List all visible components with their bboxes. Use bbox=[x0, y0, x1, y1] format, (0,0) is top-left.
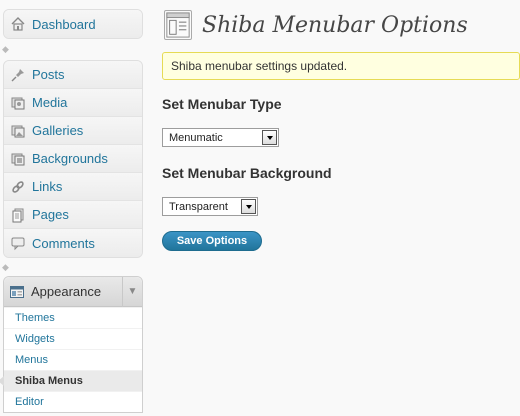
appearance-menu-box: Appearance ▼ Themes Widgets Menus Shiba … bbox=[0, 276, 143, 413]
dropdown-arrow-icon[interactable] bbox=[241, 199, 256, 214]
settings-page-icon bbox=[164, 10, 192, 40]
page-header: Shiba Menubar Options bbox=[164, 10, 468, 40]
sidebar-item-pages[interactable]: Pages bbox=[4, 201, 142, 229]
sidebar-item-label: Galleries bbox=[32, 123, 84, 138]
sidebar-item-label: Comments bbox=[32, 235, 95, 251]
sidebar-item-label: Media bbox=[32, 95, 68, 110]
sidebar-item-posts[interactable]: Posts bbox=[4, 61, 142, 89]
pages-icon bbox=[12, 208, 24, 222]
page-title: Shiba Menubar Options bbox=[202, 12, 468, 38]
submenu-item-widgets[interactable]: Widgets bbox=[4, 328, 142, 349]
menubar-background-select[interactable]: Transparent bbox=[162, 197, 258, 216]
menu-separator: ◆ bbox=[2, 44, 9, 54]
dashboard-menu-box: Dashboard bbox=[3, 9, 143, 39]
submenu-item-menus[interactable]: Menus bbox=[4, 349, 142, 370]
admin-page: Dashboard ◆ Posts Media Galleries Backgr… bbox=[0, 0, 520, 416]
media-icon bbox=[11, 97, 25, 109]
content-menu-box: Posts Media Galleries Backgrounds Links … bbox=[3, 60, 143, 258]
sidebar-item-label: Dashboard bbox=[32, 16, 96, 32]
update-notice: Shiba menubar settings updated. bbox=[162, 52, 520, 80]
select-value: Transparent bbox=[169, 200, 228, 213]
house-icon bbox=[11, 17, 25, 31]
sidebar-item-label: Pages bbox=[32, 207, 69, 222]
notice-text: Shiba menubar settings updated. bbox=[171, 59, 348, 73]
dropdown-arrow-icon[interactable] bbox=[262, 130, 277, 145]
admin-sidebar: Dashboard ◆ Posts Media Galleries Backgr… bbox=[0, 0, 145, 416]
collapse-toggle-icon[interactable]: ▼ bbox=[122, 276, 142, 307]
sidebar-item-label: Backgrounds bbox=[32, 151, 108, 166]
sidebar-item-links[interactable]: Links bbox=[4, 173, 142, 201]
sidebar-item-media[interactable]: Media bbox=[4, 89, 142, 117]
sidebar-item-dashboard[interactable]: Dashboard bbox=[4, 10, 142, 38]
sidebar-item-label: Links bbox=[32, 179, 63, 194]
gallery-icon bbox=[11, 125, 25, 137]
link-icon bbox=[12, 180, 24, 193]
comment-icon bbox=[11, 237, 25, 251]
sidebar-item-backgrounds[interactable]: Backgrounds bbox=[4, 145, 142, 173]
sidebar-item-galleries[interactable]: Galleries bbox=[4, 117, 142, 145]
sidebar-item-label: Appearance bbox=[31, 284, 102, 299]
submenu-item-themes[interactable]: Themes bbox=[4, 307, 142, 328]
background-icon bbox=[11, 153, 25, 165]
menubar-background-heading: Set Menubar Background bbox=[162, 165, 332, 181]
pushpin-icon bbox=[11, 68, 24, 81]
select-value: Menumatic bbox=[169, 131, 223, 144]
save-options-button[interactable]: Save Options bbox=[162, 231, 262, 251]
submenu-item-shiba-menus[interactable]: Shiba Menus bbox=[0, 370, 142, 391]
menubar-type-heading: Set Menubar Type bbox=[162, 96, 282, 112]
menubar-type-select[interactable]: Menumatic bbox=[162, 128, 279, 147]
appearance-icon bbox=[10, 285, 24, 298]
menu-separator: ◆ bbox=[2, 262, 9, 272]
main-content: Shiba Menubar Options Shiba menubar sett… bbox=[162, 0, 520, 416]
sidebar-item-label: Posts bbox=[32, 67, 65, 82]
sidebar-item-appearance[interactable]: Appearance ▼ bbox=[4, 276, 142, 307]
submenu-item-editor[interactable]: Editor bbox=[4, 391, 142, 412]
sidebar-item-comments[interactable]: Comments bbox=[4, 229, 142, 257]
